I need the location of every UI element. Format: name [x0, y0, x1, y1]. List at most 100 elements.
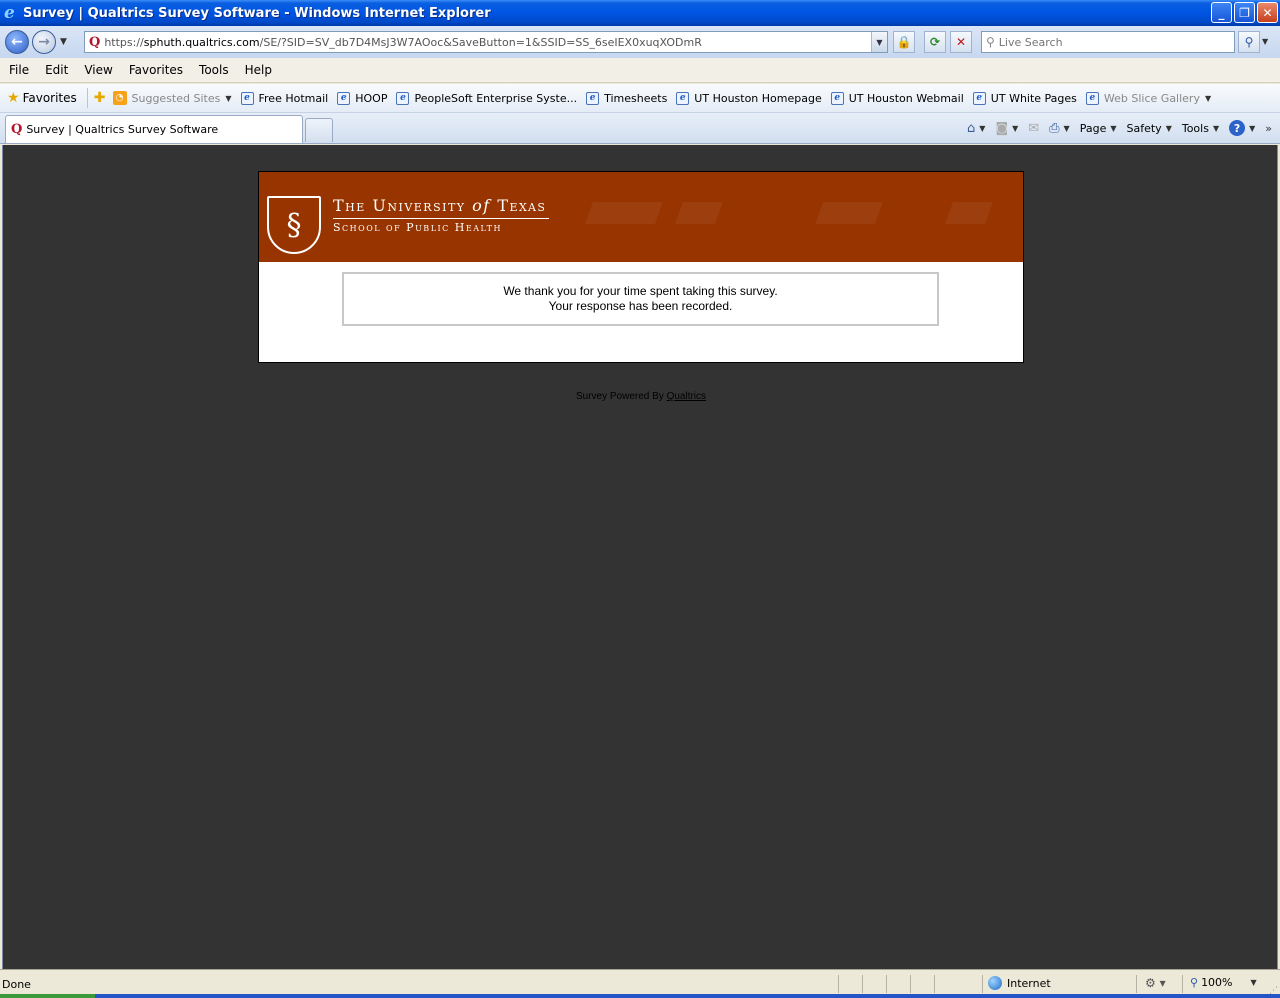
menu-view[interactable]: View [76, 63, 120, 77]
search-go-button[interactable]: ⚲ [1238, 31, 1260, 53]
logo-rule [333, 218, 549, 219]
ie-page-icon: e [240, 91, 254, 105]
favorite-label: Timesheets [604, 91, 668, 105]
window-title: Survey | Qualtrics Survey Software - Win… [23, 5, 491, 21]
chevron-down-icon: ▼ [1165, 123, 1172, 133]
status-text: Done [2, 978, 31, 991]
banner-decoration [584, 202, 664, 224]
survey-container: § The University of Texas School of Publ… [258, 171, 1024, 363]
ie-page-icon: e [972, 91, 986, 105]
qualtrics-favicon-icon: Q [11, 122, 23, 137]
tab-label: Survey | Qualtrics Survey Software [26, 123, 219, 136]
window-controls: _ ❐ ✕ [1211, 2, 1278, 23]
qualtrics-favicon-icon: Q [89, 34, 101, 50]
banner-decoration [674, 202, 724, 224]
address-url[interactable]: https://sphuth.qualtrics.com/SE/?SID=SV_… [104, 36, 702, 49]
minimize-button[interactable]: _ [1211, 2, 1232, 23]
university-logo: The University of Texas School of Public… [333, 196, 549, 234]
qualtrics-link[interactable]: Qualtrics [667, 391, 706, 402]
divider [862, 975, 863, 993]
favorites-star-icon: ★ [7, 90, 20, 106]
chevron-down-icon: ▼ [1110, 123, 1117, 133]
powered-by-text: Survey Powered By [575, 391, 664, 402]
taskbar-edge [0, 994, 1280, 998]
tab-bar: Q Survey | Qualtrics Survey Software ⌂ ▼ … [0, 113, 1280, 144]
search-box[interactable]: ⚲ [981, 31, 1235, 53]
logo-of: of [472, 196, 491, 215]
favorite-label: UT Houston Webmail [848, 91, 964, 105]
chevron-down-icon: ▼ [979, 123, 986, 133]
zoom-icon: ⚲ [1190, 976, 1199, 989]
read-mail-button[interactable]: ✉ [1028, 121, 1039, 136]
favorite-label: UT White Pages [990, 91, 1077, 105]
home-button[interactable]: ⌂ ▼ [967, 121, 985, 136]
back-button[interactable]: ← [5, 30, 29, 54]
menu-help[interactable]: Help [237, 63, 280, 77]
favorite-peoplesoft[interactable]: e PeopleSoft Enterprise Syste... [396, 91, 578, 105]
favorite-timesheets[interactable]: e Timesheets [586, 91, 668, 105]
search-options-dropdown[interactable]: ▼ [1262, 37, 1268, 46]
print-button[interactable]: ⎙ ▼ [1049, 121, 1070, 136]
protected-mode-icon[interactable]: ⚙ ▾ [1145, 976, 1166, 990]
navigation-bar: ← → ▼ Q https://sphuth.qualtrics.com/SE/… [0, 26, 1280, 58]
chevron-down-icon: ▼ [1012, 123, 1019, 133]
divider [934, 975, 935, 993]
menu-favorites[interactable]: Favorites [121, 63, 191, 77]
stop-button[interactable]: ✕ [950, 31, 972, 53]
favorites-bar: ★ Favorites ✚ ◔ Suggested Sites ▼ e Free… [0, 84, 1280, 113]
favorites-button[interactable]: Favorites [23, 91, 77, 105]
add-to-favorites-icon[interactable]: ✚ [94, 90, 106, 106]
tools-menu-label: Tools [1181, 121, 1209, 135]
chevron-down-icon: ▼ [1204, 93, 1212, 103]
forward-button[interactable]: → [32, 30, 56, 54]
ie-page-icon: e [830, 91, 844, 105]
divider [982, 975, 983, 993]
menu-edit[interactable]: Edit [37, 63, 76, 77]
recent-pages-dropdown[interactable]: ▼ [60, 37, 67, 47]
security-zone[interactable]: Internet [988, 976, 1051, 990]
favorite-ut-houston-webmail[interactable]: e UT Houston Webmail [830, 91, 964, 105]
favorite-label: PeopleSoft Enterprise Syste... [414, 91, 578, 105]
completion-message-box: We thank you for your time spent taking … [342, 272, 939, 326]
security-lock-icon[interactable]: 🔒 [893, 31, 915, 53]
safety-menu[interactable]: Safety ▼ [1127, 122, 1172, 135]
close-button[interactable]: ✕ [1257, 2, 1278, 23]
thank-you-message: We thank you for your time spent taking … [503, 284, 778, 298]
university-seal-icon: § [267, 196, 321, 254]
more-commands-chevron-icon[interactable]: » [1265, 122, 1272, 135]
refresh-button[interactable]: ⟳ [924, 31, 946, 53]
start-button[interactable] [0, 994, 95, 998]
favorite-ut-houston-homepage[interactable]: e UT Houston Homepage [676, 91, 822, 105]
page-menu[interactable]: Page ▼ [1080, 122, 1117, 135]
divider [886, 975, 887, 993]
banner-decoration [944, 202, 994, 224]
feeds-button[interactable]: ◙ ▼ [995, 121, 1018, 136]
address-bar[interactable]: Q https://sphuth.qualtrics.com/SE/?SID=S… [84, 31, 888, 53]
ie-page-icon: e [396, 91, 410, 105]
tab-survey[interactable]: Q Survey | Qualtrics Survey Software [5, 115, 303, 143]
restore-button[interactable]: ❐ [1234, 2, 1255, 23]
favorite-free-hotmail[interactable]: e Free Hotmail [240, 91, 329, 105]
tools-menu[interactable]: Tools ▼ [1182, 122, 1219, 135]
menu-tools[interactable]: Tools [191, 63, 237, 77]
favorite-web-slice-gallery[interactable]: e Web Slice Gallery ▼ [1085, 91, 1212, 105]
zoom-control[interactable]: ⚲ 100% ▼ [1190, 976, 1257, 989]
title-bar: e Survey | Qualtrics Survey Software - W… [0, 0, 1280, 26]
favorite-ut-white-pages[interactable]: e UT White Pages [972, 91, 1077, 105]
help-menu[interactable]: ? ▼ [1229, 120, 1255, 136]
favorite-suggested-sites[interactable]: ◔ Suggested Sites ▼ [112, 91, 232, 105]
powered-by-footer: Survey Powered By Qualtrics [3, 391, 1279, 402]
search-input[interactable] [998, 35, 1199, 49]
new-tab-button[interactable] [305, 118, 333, 142]
divider [910, 975, 911, 993]
favorite-hoop[interactable]: e HOOP [337, 91, 388, 105]
favorite-label: UT Houston Homepage [694, 91, 822, 105]
favorite-label: Free Hotmail [258, 91, 329, 105]
ie-icon: e [4, 3, 15, 23]
rss-feed-icon: ◙ [995, 120, 1009, 136]
address-dropdown-button[interactable]: ▼ [871, 32, 887, 52]
favorite-label: HOOP [355, 91, 388, 105]
zoom-level: 100% [1201, 976, 1233, 989]
chevron-down-icon: ▼ [225, 93, 232, 103]
menu-file[interactable]: File [0, 63, 37, 77]
